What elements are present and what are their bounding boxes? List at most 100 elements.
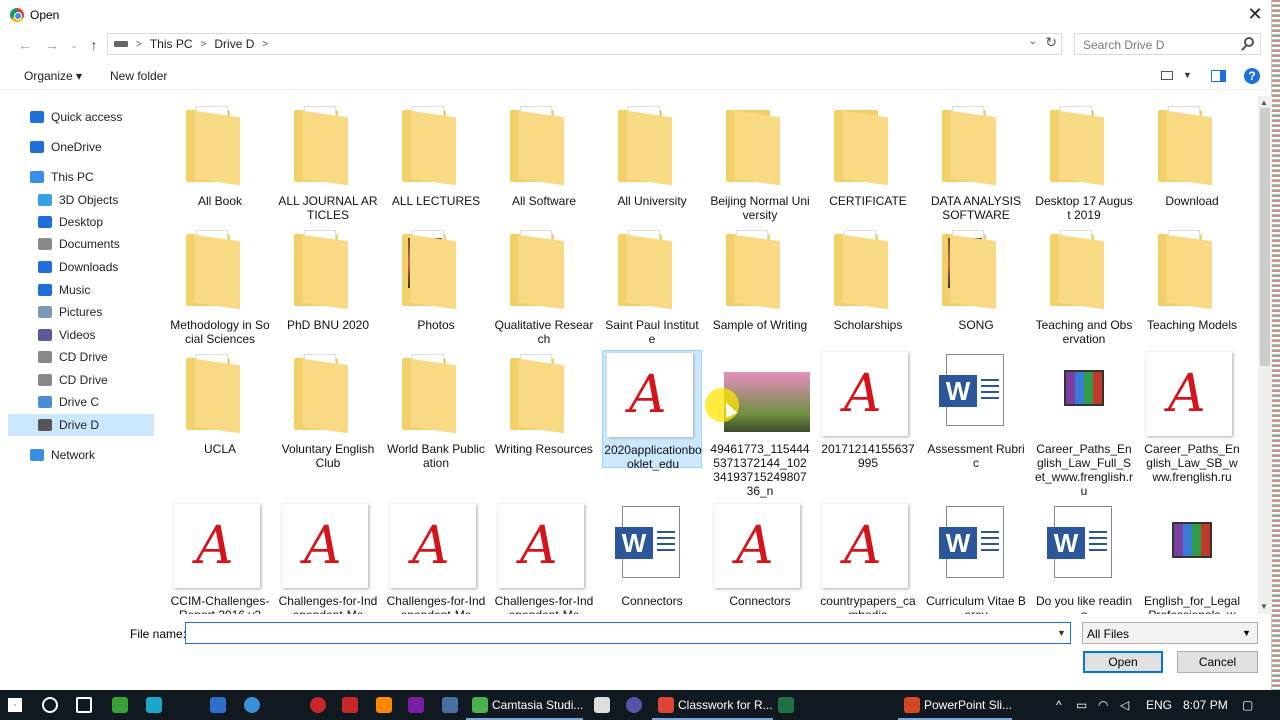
app-ball-icon[interactable] (626, 697, 642, 713)
folder-item[interactable]: ATeaching Models (1142, 226, 1242, 344)
scrollbar-thumb[interactable] (1260, 108, 1270, 366)
tray-arrow-icon[interactable]: ^ (1056, 690, 1062, 720)
search-box[interactable]: Search Drive D (1074, 33, 1261, 55)
folder-item[interactable]: AUCLA (170, 350, 270, 468)
up-arrow-icon[interactable]: ↑ (84, 36, 104, 54)
network-tray-icon[interactable]: ◠ (1098, 690, 1108, 720)
folder-item[interactable]: ADownload (1142, 102, 1242, 220)
file-name-dropdown-icon[interactable]: ▼ (1057, 628, 1066, 638)
search-icon[interactable] (1244, 37, 1254, 47)
file-type-select[interactable]: All Files ▼ (1082, 622, 1258, 644)
file-name-input[interactable] (185, 622, 1071, 644)
excel-icon[interactable] (778, 697, 794, 713)
file-item[interactable]: W Curriculum Vitae Borey (926, 502, 1026, 614)
notifications-icon[interactable]: ▢ (1242, 690, 1253, 720)
file-item[interactable]: A Challenges-for-Independent-Me (278, 502, 378, 614)
address-dropdown-icon[interactable]: ⌄ (1029, 36, 1037, 47)
language-indicator[interactable]: ENG (1146, 690, 1172, 720)
sidebar-item-3d-objects[interactable]: 3D Objects (8, 189, 154, 211)
scroll-down-icon[interactable]: ▼ (1260, 602, 1268, 611)
forward-arrow-icon[interactable]: → (42, 36, 62, 54)
clock[interactable]: 8:07 PM (1183, 690, 1228, 720)
sidebar-item-drive-d[interactable]: Drive D (8, 414, 154, 436)
folder-item[interactable]: All Software (494, 102, 594, 220)
view-options-icon[interactable] (1161, 71, 1173, 80)
wechat-icon[interactable] (112, 697, 128, 713)
sidebar-item-cd-drive[interactable]: CD Drive (8, 369, 154, 391)
store-icon[interactable] (146, 697, 162, 713)
vlc-icon[interactable] (376, 697, 392, 713)
preview-pane-icon[interactable] (1211, 70, 1226, 82)
sidebar-item-cd-drive[interactable]: CD Drive (8, 346, 154, 368)
sidebar-item-pictures[interactable]: Pictures (8, 301, 154, 323)
folder-item[interactable]: AQualitative Research (494, 226, 594, 346)
file-item[interactable]: W Connectors (602, 502, 702, 614)
calculator-icon[interactable] (210, 697, 226, 713)
onenote-icon[interactable] (408, 697, 424, 713)
cancel-button[interactable]: Cancel (1177, 651, 1258, 673)
sidebar-item-music[interactable]: Music (8, 279, 154, 301)
file-item[interactable]: A 20171214155637995 (818, 350, 918, 470)
file-item[interactable]: W Do you like reading (1034, 502, 1134, 614)
folder-item[interactable]: APhD BNU 2020 (278, 226, 378, 344)
open-button[interactable]: Open (1083, 651, 1163, 673)
taskbar-task[interactable]: Camtasia Studi... (466, 690, 584, 720)
folder-item[interactable]: WDesktop 17 August 2019 (1034, 102, 1134, 222)
new-folder-button[interactable]: New folder (110, 69, 167, 83)
app-icon[interactable] (244, 697, 260, 713)
folder-item[interactable]: AWorld Bank Publication (386, 350, 486, 470)
sidebar-item-drive-c[interactable]: Drive C (8, 391, 154, 413)
folder-item[interactable]: AALL LECTURES (386, 102, 486, 220)
file-item[interactable]: A CCIM-Challenges-Report 2016 v2 (170, 502, 270, 614)
sidebar-item-onedrive[interactable]: OneDrive (8, 136, 154, 158)
vertical-scrollbar[interactable]: ▲ ▼ (1258, 96, 1272, 614)
folder-item[interactable]: Beijing Normal University (710, 102, 810, 222)
sidebar-item-documents[interactable]: Documents (8, 233, 154, 255)
folder-item[interactable]: AAll University (602, 102, 702, 220)
app-blue-icon[interactable] (442, 697, 458, 713)
folder-item[interactable]: SONG (926, 226, 1026, 344)
folder-item[interactable]: DATA ANALYSIS SOFTWARE (926, 102, 1026, 222)
close-icon[interactable]: ✕ (1244, 4, 1266, 26)
windows-start-icon[interactable] (8, 698, 22, 712)
back-arrow-icon[interactable]: ← (15, 36, 35, 54)
sidebar-item-desktop[interactable]: Desktop (8, 211, 154, 233)
sidebar-item-quick-access[interactable]: Quick access (8, 106, 154, 128)
refresh-icon[interactable]: ↻ (1045, 34, 1057, 51)
folder-item[interactable]: AMethodology in Social Sciences (170, 226, 270, 346)
organize-button[interactable]: Organize ▾ (24, 69, 82, 83)
taskbar-task[interactable]: Classwork for R... (652, 690, 773, 720)
battery-icon[interactable]: ▭ (1076, 690, 1087, 720)
folder-item[interactable]: CERTIFICATE (818, 102, 918, 220)
file-item[interactable]: A 2020applicationbooklet_edu (602, 350, 702, 471)
volume-icon[interactable]: ◁ (1120, 690, 1129, 720)
folder-item[interactable]: Photos (386, 226, 486, 344)
sidebar-item-videos[interactable]: Videos (8, 324, 154, 346)
sidebar-item-downloads[interactable]: Downloads (8, 256, 154, 278)
folder-item[interactable]: AAll Book (170, 102, 270, 220)
breadcrumb-this-pc[interactable]: This PC (150, 37, 193, 51)
recent-dropdown-icon[interactable]: ⌄ (64, 36, 84, 54)
file-item[interactable]: W Assessment Rubric (926, 350, 1026, 470)
scroll-up-icon[interactable]: ▲ (1260, 98, 1268, 107)
sidebar-item-network[interactable]: Network (8, 444, 154, 466)
folder-item[interactable]: ASample of Writing (710, 226, 810, 344)
folder-item[interactable]: AVoluntary English Club (278, 350, 378, 470)
file-item[interactable]: Career_Paths_English_Law_Full_Set_www.fr… (1034, 350, 1134, 498)
file-item[interactable]: A Challenges-for-Independent-Me (494, 502, 594, 614)
file-item[interactable]: English_for_Legal Professionals_w (1142, 502, 1242, 614)
folder-item[interactable]: AALL JOURNAL ARTICLES (278, 102, 378, 222)
file-app-icon[interactable] (594, 697, 610, 713)
address-bar[interactable]: > This PC > Drive D > ⌄ ↻ (107, 33, 1062, 55)
file-item[interactable]: A Connectors (710, 502, 810, 614)
breadcrumb-drive-d[interactable]: Drive D (214, 37, 254, 51)
search-circle-icon[interactable] (42, 697, 58, 713)
taskbar-task[interactable]: PowerPoint Sli... (898, 690, 1013, 720)
sidebar-item-this-pc[interactable]: This PC (8, 166, 154, 188)
folder-item[interactable]: ATeaching and Observation (1034, 226, 1134, 346)
task-view-icon[interactable] (76, 697, 92, 713)
file-item[interactable]: Acountrypapers_cambodia (818, 502, 918, 614)
app-red-icon[interactable] (310, 697, 326, 713)
file-item[interactable]: A Career_Paths_English_Law_SB_www.frengli… (1142, 350, 1242, 484)
folder-item[interactable]: ASaint Paul Institute (602, 226, 702, 346)
